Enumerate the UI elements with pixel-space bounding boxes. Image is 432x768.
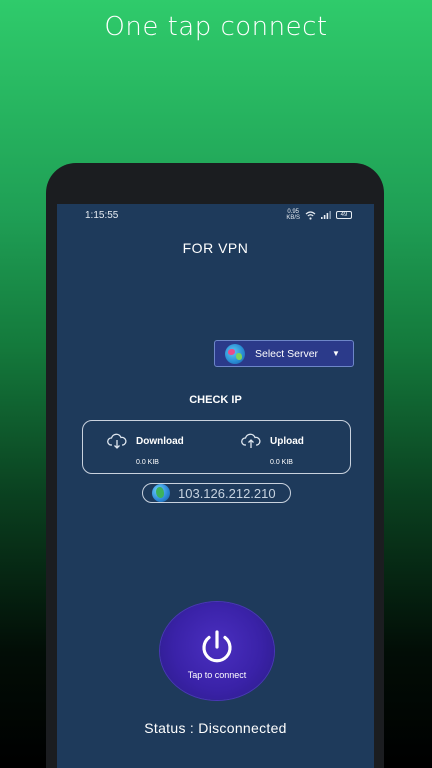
connection-status: Status : Disconnected: [144, 720, 287, 736]
download-stat: Download 0.0 KIB: [83, 421, 213, 475]
cloud-download-icon: [107, 433, 127, 449]
select-server-button[interactable]: Select Server ▼: [214, 340, 354, 367]
promo-title: One tap connect: [104, 12, 328, 42]
upload-label: Upload: [270, 436, 304, 447]
network-speed: 0.95 KB/S: [286, 209, 300, 221]
ip-address-pill: 103.126.212.210: [142, 483, 291, 503]
check-ip-button[interactable]: CHECK IP: [57, 394, 374, 406]
upload-stat: Upload 0.0 KIB: [217, 421, 347, 475]
upload-value: 0.0 KIB: [270, 459, 293, 466]
chevron-down-icon: ▼: [332, 349, 340, 358]
connect-label: Tap to connect: [187, 670, 247, 680]
status-icons: 0.95 KB/S 49: [286, 209, 352, 221]
status-time: 1:15:55: [85, 210, 119, 221]
signal-icon: [321, 211, 331, 219]
status-bar: 1:15:55 0.95 KB/S 49: [57, 204, 374, 226]
connect-button[interactable]: Tap to connect: [160, 602, 274, 700]
server-flag-icon: [225, 343, 245, 364]
power-icon: [202, 630, 232, 663]
ip-address: 103.126.212.210: [178, 485, 276, 501]
app-title: FOR VPN: [182, 240, 249, 256]
battery-icon: 49: [336, 211, 352, 219]
app-screen: 1:15:55 0.95 KB/S 49 FOR VPN Select Serv…: [57, 204, 374, 768]
select-server-label: Select Server: [255, 347, 319, 360]
download-label: Download: [136, 436, 184, 447]
wifi-icon: [305, 210, 316, 220]
traffic-panel: Download 0.0 KIB Upload 0.0 KIB: [82, 420, 351, 474]
download-value: 0.0 KIB: [136, 459, 159, 466]
cloud-upload-icon: [241, 433, 261, 448]
globe-icon: [152, 484, 170, 502]
